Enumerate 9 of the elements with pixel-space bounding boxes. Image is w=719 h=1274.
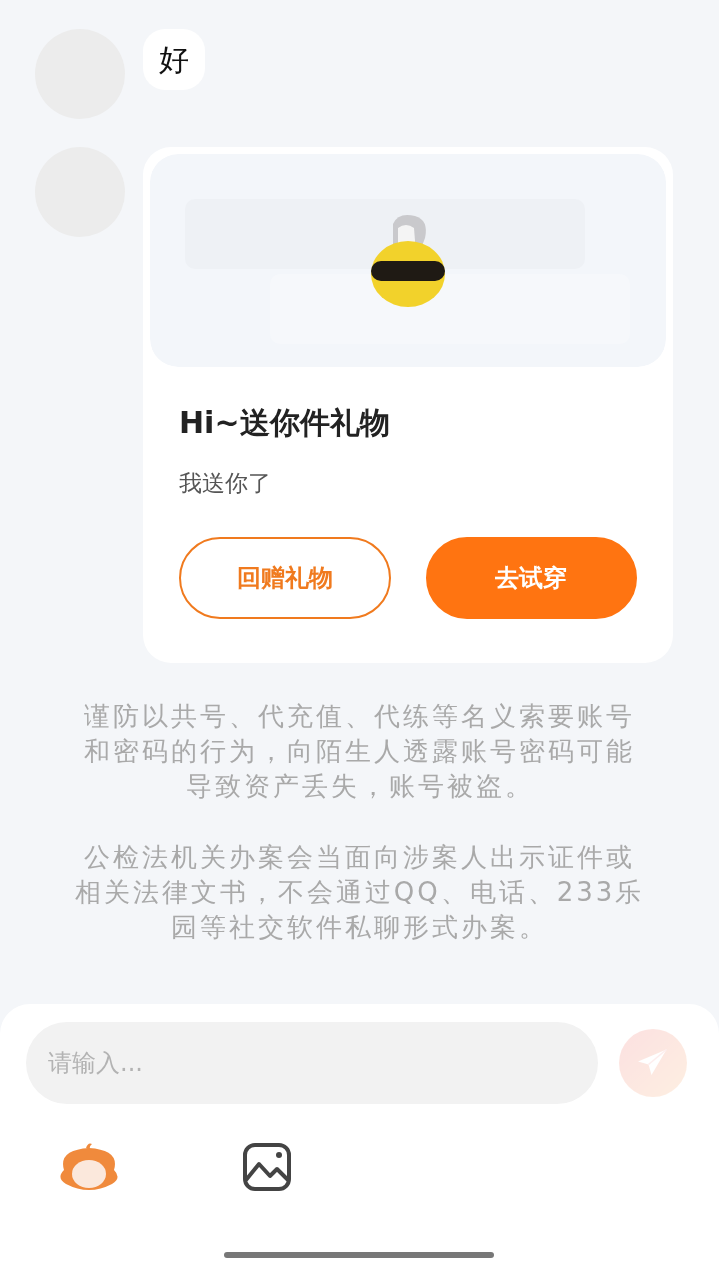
image-icon[interactable] <box>242 1142 292 1192</box>
gift-button[interactable]: 去试穿 <box>425 537 637 619</box>
card-title: Hi~送你件礼物 <box>179 404 391 442</box>
gift-button[interactable]: 回赠礼物 <box>179 537 391 619</box>
message-bubble: 好 <box>143 29 205 90</box>
message-input[interactable]: 请输入... <box>26 1022 598 1104</box>
safety-notice: 公检法机关办案会当面向涉案人出示证件或相关法律文书，不会通过QQ、电话、233乐园等社交软件私聊形式办案。 <box>73 841 646 944</box>
card-subtitle: 我送你了 <box>179 469 272 498</box>
safety-notice: 谨防以共号、代充值、代练等名义索要账号和密码的行为，向陌生人透露账号密码可能导致资产丢失，账号被盗。 <box>83 700 636 803</box>
